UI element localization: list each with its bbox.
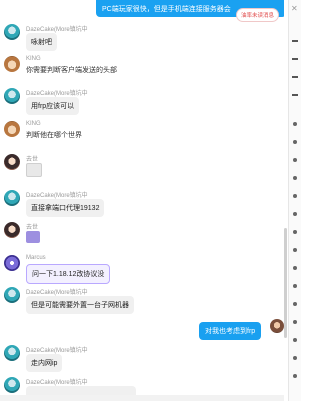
- sender-name[interactable]: DazeCake(More镇坑中: [26, 88, 88, 97]
- miku-avatar[interactable]: [4, 24, 20, 40]
- message-bubble[interactable]: 问一下1.18.12改协议没: [26, 264, 111, 284]
- sender-name[interactable]: KING: [26, 56, 41, 62]
- member-dot-icon[interactable]: [293, 266, 297, 270]
- sender-name[interactable]: DazeCake(More镇坑中: [26, 377, 88, 386]
- list-marker-icon: [292, 58, 298, 60]
- message-bubble[interactable]: 走内网ip: [26, 354, 63, 372]
- member-dot-icon[interactable]: [293, 356, 297, 360]
- member-dot-icon[interactable]: [293, 320, 297, 324]
- sticker-image[interactable]: [26, 163, 42, 177]
- message-bubble[interactable]: 用frp应该可以: [26, 97, 80, 115]
- chat-area: PC端玩家很快，但是手机端连接服务器会 油率未读消息 DazeCake(More…: [0, 0, 284, 401]
- sender-name[interactable]: DazeCake(More镇坑中: [26, 24, 88, 33]
- member-dot-icon[interactable]: [293, 284, 297, 288]
- self-avatar[interactable]: [270, 319, 284, 333]
- self-message-bubble[interactable]: 对我也考虑到frp: [199, 322, 262, 340]
- member-dot-icon[interactable]: [293, 194, 297, 198]
- miku-avatar[interactable]: [4, 345, 20, 361]
- list-marker-icon: [292, 76, 298, 78]
- top-notice-text: PC端玩家很快，但是手机端连接服务器会: [102, 6, 231, 13]
- member-dot-icon[interactable]: [293, 302, 297, 306]
- miku-avatar[interactable]: [4, 287, 20, 303]
- bottom-bar: [0, 395, 284, 401]
- member-dot-icon[interactable]: [293, 248, 297, 252]
- sender-name[interactable]: DazeCake(More镇坑中: [26, 190, 88, 199]
- marcus-avatar[interactable]: [4, 255, 20, 271]
- sticker-image[interactable]: [26, 231, 40, 243]
- member-dot-icon[interactable]: [293, 122, 297, 126]
- member-dot-icon[interactable]: [293, 230, 297, 234]
- sender-name[interactable]: 去世: [26, 154, 38, 163]
- girl-avatar[interactable]: [4, 154, 20, 170]
- message-bubble[interactable]: 直接拿端口代理19132: [26, 199, 105, 217]
- cat-avatar[interactable]: [4, 56, 20, 72]
- message-text[interactable]: 判断他在哪个世界: [26, 130, 82, 140]
- miku-avatar[interactable]: [4, 377, 20, 393]
- member-dot-icon[interactable]: [293, 176, 297, 180]
- sender-name[interactable]: DazeCake(More镇坑中: [26, 287, 88, 296]
- list-marker-icon: [292, 40, 298, 42]
- member-dot-icon[interactable]: [293, 374, 297, 378]
- message-bubble[interactable]: 咏射吧: [26, 33, 57, 51]
- cat-avatar[interactable]: [4, 121, 20, 137]
- unread-messages-button[interactable]: 油率未读消息: [236, 8, 280, 22]
- sender-name[interactable]: Marcus: [26, 255, 46, 261]
- girl-avatar[interactable]: [4, 222, 20, 238]
- member-dot-icon[interactable]: [293, 338, 297, 342]
- member-dot-icon[interactable]: [293, 212, 297, 216]
- member-dot-icon[interactable]: [293, 158, 297, 162]
- sender-name[interactable]: KING: [26, 121, 41, 127]
- chat-scrollbar[interactable]: [284, 228, 287, 338]
- message-bubble[interactable]: 但是可能需要外置一台子网机器: [26, 296, 134, 314]
- miku-avatar[interactable]: [4, 88, 20, 104]
- member-dot-icon[interactable]: [293, 140, 297, 144]
- close-icon[interactable]: ✕: [291, 4, 298, 13]
- message-text[interactable]: 你需要判断客户端发送的头部: [26, 65, 117, 75]
- list-marker-icon: [292, 94, 298, 96]
- side-panel: ✕: [288, 0, 301, 401]
- miku-avatar[interactable]: [4, 190, 20, 206]
- sender-name[interactable]: 去世: [26, 222, 38, 231]
- sender-name[interactable]: DazeCake(More镇坑中: [26, 345, 88, 354]
